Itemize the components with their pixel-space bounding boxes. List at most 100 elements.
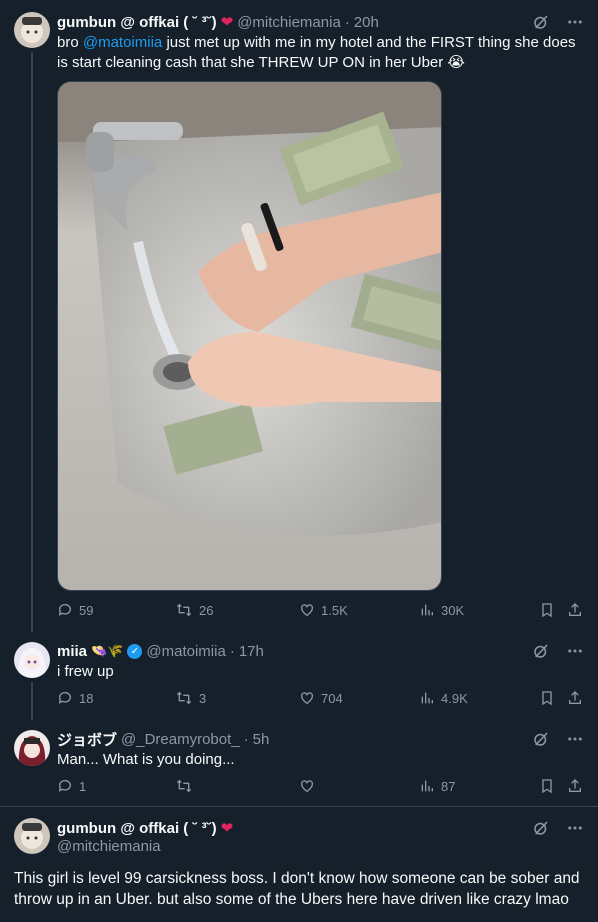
bookmark-icon bbox=[542, 691, 552, 706]
views-button[interactable]: 30K bbox=[419, 602, 464, 618]
share-icon bbox=[569, 603, 581, 616]
tweet-top-icons bbox=[532, 642, 584, 660]
timestamp[interactable]: 5h bbox=[253, 731, 270, 748]
reply-button[interactable]: 18 bbox=[57, 690, 93, 706]
reply-icon bbox=[58, 692, 71, 704]
share-icon bbox=[569, 691, 581, 704]
grok-icon[interactable] bbox=[532, 730, 550, 748]
like-count: 1.5K bbox=[321, 602, 348, 618]
views-count: 30K bbox=[441, 602, 465, 618]
retweet-button[interactable]: 26 bbox=[175, 602, 213, 618]
tweet-top-icons bbox=[532, 730, 584, 748]
tweet-text-pre: bro bbox=[57, 34, 83, 51]
tweet-top-icons bbox=[532, 819, 584, 837]
reply-icon bbox=[58, 780, 71, 792]
more-icon[interactable] bbox=[566, 13, 584, 31]
heart-emoji: ❤ bbox=[220, 820, 234, 837]
avatar[interactable] bbox=[14, 818, 50, 854]
tweet-header: ジョボブ @_Dreamyrobot_ · 5h bbox=[57, 729, 538, 749]
handle[interactable]: @mitchiemania bbox=[57, 838, 161, 855]
reply-count: 18 bbox=[79, 690, 94, 706]
display-name[interactable]: gumbun @ offkai ( ˘ ³˘) bbox=[57, 820, 217, 837]
handle[interactable]: @matoimiia bbox=[146, 643, 225, 660]
more-icon[interactable] bbox=[566, 730, 584, 748]
more-icon[interactable] bbox=[566, 642, 584, 660]
tweet-text: This girl is level 99 carsickness boss. … bbox=[14, 870, 580, 908]
separator-dot: · bbox=[344, 13, 350, 31]
display-name[interactable]: ジョボブ bbox=[57, 729, 117, 749]
tweet-actions: 18 3 704 4.9K bbox=[57, 690, 584, 710]
avatar[interactable] bbox=[14, 12, 50, 48]
like-icon bbox=[301, 780, 313, 793]
tweet-actions: 59 26 1.5K 30K bbox=[57, 602, 584, 622]
like-icon bbox=[301, 604, 313, 617]
verified-badge-icon: ✓ bbox=[127, 643, 143, 659]
bookmark-icon bbox=[542, 603, 552, 618]
views-button[interactable]: 4.9K bbox=[419, 690, 468, 706]
share-icon bbox=[569, 779, 581, 792]
like-button[interactable]: 1.5K bbox=[299, 602, 348, 618]
tweet-text: i frew up bbox=[57, 663, 114, 680]
like-button[interactable]: 704 bbox=[299, 690, 343, 706]
views-count: 4.9K bbox=[441, 690, 468, 706]
retweet-count: 26 bbox=[199, 602, 214, 618]
handle[interactable]: @mitchiemania bbox=[237, 14, 341, 31]
like-count: 704 bbox=[321, 690, 343, 706]
retweet-icon bbox=[176, 779, 192, 793]
tweet-3[interactable]: ジョボブ @_Dreamyrobot_ · 5h Man... What is … bbox=[0, 720, 598, 806]
thread-line bbox=[31, 52, 33, 632]
separator-dot: · bbox=[243, 730, 249, 748]
avatar[interactable] bbox=[14, 642, 50, 678]
like-icon bbox=[301, 692, 313, 705]
reply-button[interactable]: 59 bbox=[57, 602, 93, 618]
share-button[interactable] bbox=[567, 778, 583, 794]
bookmark-icon bbox=[542, 779, 552, 794]
grok-icon[interactable] bbox=[532, 819, 550, 837]
tweet-header: miia 👒🌾 ✓ @matoimiia · 17h bbox=[57, 641, 538, 661]
retweet-button[interactable]: 3 bbox=[175, 690, 206, 706]
tweet-text: bro @matoimiia just met up with me in my… bbox=[57, 33, 580, 73]
reply-icon bbox=[58, 604, 71, 616]
display-name[interactable]: miia bbox=[57, 643, 87, 660]
grok-icon[interactable] bbox=[532, 642, 550, 660]
views-count: 87 bbox=[441, 778, 456, 794]
tweet-header: gumbun @ offkai ( ˘ ³˘) ❤ @mitchiemania … bbox=[57, 12, 538, 32]
tweet-header: gumbun @ offkai ( ˘ ³˘) ❤ bbox=[57, 818, 538, 838]
tweet-top-icons bbox=[532, 13, 584, 31]
tweet-text: Man... What is you doing... bbox=[57, 751, 235, 768]
retweet-icon bbox=[176, 691, 192, 705]
tweet-1[interactable]: gumbun @ offkai ( ˘ ³˘) ❤ @mitchiemania … bbox=[0, 0, 598, 632]
avatar[interactable] bbox=[14, 730, 50, 766]
reply-count: 1 bbox=[79, 778, 87, 794]
like-button[interactable] bbox=[299, 778, 321, 794]
views-icon bbox=[421, 780, 433, 792]
bookmark-button[interactable] bbox=[539, 602, 555, 618]
timestamp[interactable]: 20h bbox=[354, 14, 379, 31]
tweet-actions: 1 87 bbox=[57, 778, 584, 798]
mention-link[interactable]: @matoimiia bbox=[83, 34, 162, 51]
views-icon bbox=[421, 692, 433, 704]
thread-line bbox=[31, 682, 33, 720]
share-button[interactable] bbox=[567, 690, 583, 706]
tweet-2[interactable]: miia 👒🌾 ✓ @matoimiia · 17h i frew up 18 … bbox=[0, 632, 598, 720]
bookmark-button[interactable] bbox=[539, 778, 555, 794]
share-button[interactable] bbox=[567, 602, 583, 618]
retweet-button[interactable] bbox=[175, 778, 199, 794]
handle[interactable]: @_Dreamyrobot_ bbox=[121, 731, 240, 748]
views-button[interactable]: 87 bbox=[419, 778, 455, 794]
display-name[interactable]: gumbun @ offkai ( ˘ ³˘) bbox=[57, 14, 217, 31]
retweet-icon bbox=[176, 603, 192, 617]
tweet-4-focused[interactable]: gumbun @ offkai ( ˘ ³˘) ❤ @mitchiemania … bbox=[0, 807, 598, 922]
more-icon[interactable] bbox=[566, 819, 584, 837]
heart-emoji: ❤ bbox=[220, 14, 234, 31]
views-icon bbox=[421, 604, 433, 616]
retweet-count: 3 bbox=[199, 690, 207, 706]
reply-count: 59 bbox=[79, 602, 94, 618]
bookmark-button[interactable] bbox=[539, 690, 555, 706]
timestamp[interactable]: 17h bbox=[239, 643, 264, 660]
separator-dot: · bbox=[229, 642, 235, 660]
tweet-photo[interactable] bbox=[57, 81, 442, 591]
name-emoji: 👒🌾 bbox=[91, 643, 124, 658]
grok-icon[interactable] bbox=[532, 13, 550, 31]
reply-button[interactable]: 1 bbox=[57, 778, 86, 794]
